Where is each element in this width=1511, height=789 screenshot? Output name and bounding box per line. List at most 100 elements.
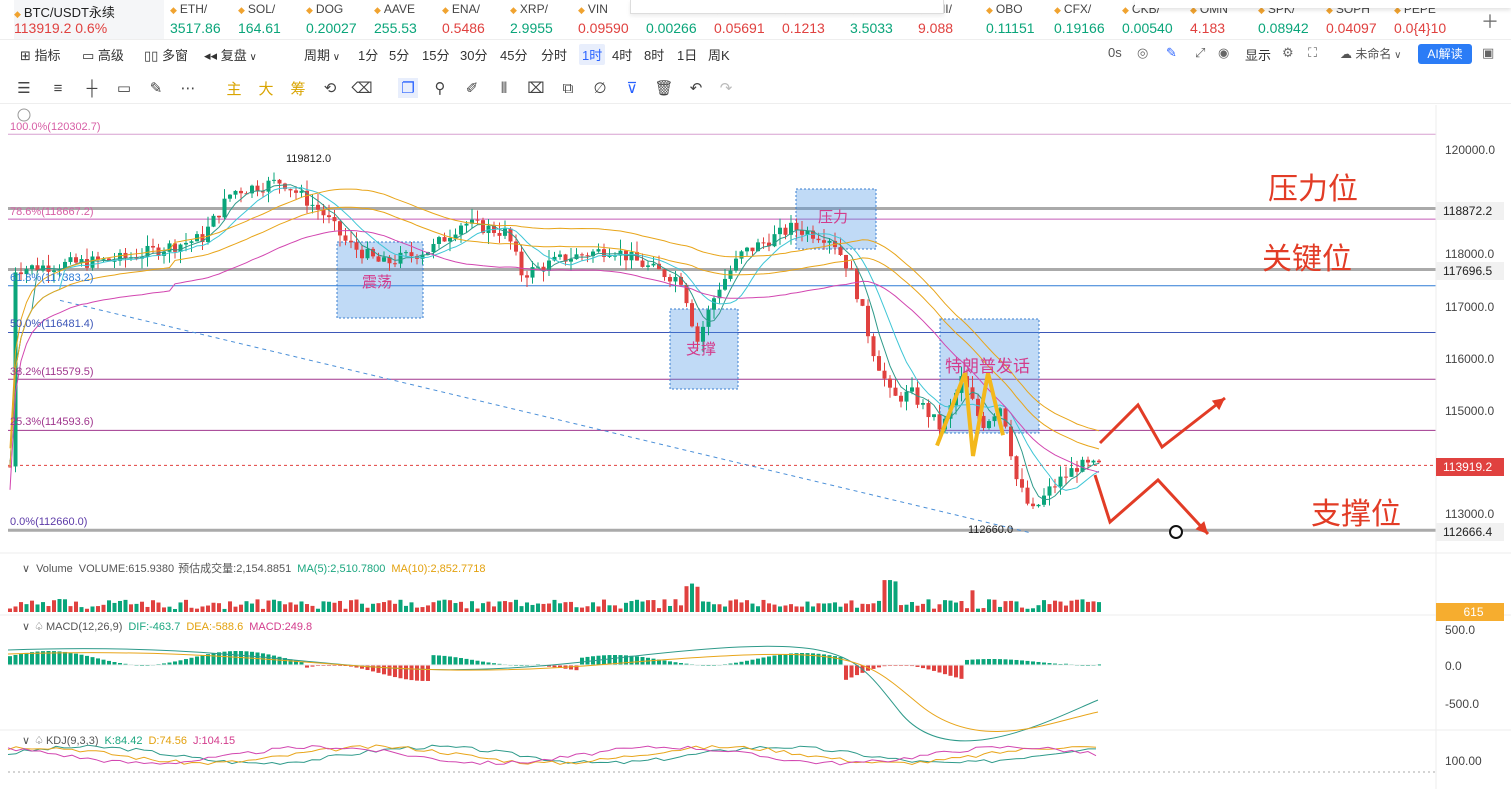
interval-10[interactable]: 周K [708, 45, 730, 64]
trash-icon[interactable]: ⌧ [526, 78, 546, 98]
ticker-price: 0.1213 [782, 20, 825, 36]
volume-bar [244, 601, 249, 612]
volume-bar [503, 601, 507, 612]
ticker-item[interactable]: ◆ AAVE 255.53 [374, 0, 440, 39]
macd-bar [13, 654, 18, 665]
layout-dropdown[interactable]: ☁ 未命名 ∨ [1340, 45, 1401, 62]
replay-button[interactable]: ◂◂ 复盘 ∨ [204, 45, 257, 64]
trend-line [59, 299, 1031, 534]
chevron-down-icon: ∨ [246, 52, 257, 63]
candle-body [904, 391, 909, 402]
macd-bar [409, 665, 414, 681]
interval-2[interactable]: 15分 [422, 45, 449, 64]
interval-1[interactable]: 5分 [389, 45, 409, 64]
interval-7[interactable]: 4时 [612, 45, 632, 64]
kdj-axis: 100.00 [1445, 754, 1482, 768]
filter-icon[interactable]: ⊽ [622, 78, 642, 98]
fullscreen-icon[interactable]: ⤢ [1195, 45, 1205, 61]
advanced-button[interactable]: ▭ 高级 [82, 45, 124, 64]
sync-icon[interactable]: ⟲ [320, 78, 340, 98]
ticker-bar: ◆ BTC/USDT永续 113919.2 0.6% ◆ ETH/3517.86 ◆ S… [0, 0, 1511, 40]
ticker-price: 2.9955 [510, 20, 553, 36]
tool-main[interactable]: 主 [224, 78, 244, 98]
ticker-price: 255.53 [374, 20, 417, 36]
ticker-item[interactable]: ◆ ETH/3517.86 [170, 0, 236, 39]
redo-icon[interactable]: ↷ [716, 78, 736, 98]
period-dropdown[interactable]: 周期 ∨ [304, 45, 340, 64]
interval-5[interactable]: 分时 [541, 45, 567, 64]
volume-bar [305, 604, 309, 612]
volume-bar [283, 604, 287, 612]
volume-bar [574, 607, 579, 612]
volume-bar [184, 599, 188, 612]
ticker-item[interactable]: ◆ ENA/0.5486 [442, 0, 508, 39]
macd-bar [992, 659, 997, 665]
volume-bar [882, 580, 887, 612]
candle-body [932, 414, 936, 418]
display-button[interactable]: 显示 [1245, 45, 1271, 64]
volume-bar [349, 600, 353, 612]
bookmark-icon[interactable]: ❐ [398, 78, 418, 98]
menu-icon[interactable]: ☰ [14, 78, 34, 98]
symbol-card[interactable]: ◆ BTC/USDT永续 113919.2 0.6% [14, 0, 164, 39]
pen-icon[interactable]: ✐ [462, 78, 482, 98]
indicator-button[interactable]: ⊞ 指标 [20, 45, 61, 64]
macd-bar [178, 660, 183, 665]
delete-icon[interactable]: 🗑 [654, 78, 674, 98]
candle-body [360, 249, 364, 259]
ticker-price: 0.04097 [1326, 20, 1377, 36]
ticker-item[interactable]: ◆ OBO 0.11151 [986, 0, 1052, 39]
candle-body [327, 215, 331, 218]
eraser-icon[interactable]: ⌫ [351, 78, 372, 98]
candle-body [866, 305, 870, 337]
interval-0[interactable]: 1分 [358, 45, 378, 64]
expand-icon[interactable]: ⛶ [1308, 45, 1317, 61]
candle-body [899, 395, 903, 402]
copy-icon[interactable]: ⧉ [558, 78, 578, 98]
candle-body [459, 225, 463, 235]
gear-icon[interactable]: ⚙ [1282, 45, 1294, 61]
candle-icon[interactable]: ⫴ [494, 78, 514, 98]
hline-icon[interactable]: ┼ [82, 78, 102, 98]
camera-icon[interactable]: ◎ [1137, 45, 1148, 61]
ticker-item[interactable]: ◆ CFX/0.19166 [1054, 0, 1120, 39]
ticker-item[interactable]: ◆ SOL/164.61 [238, 0, 304, 39]
volume-bar [178, 602, 183, 612]
ticker-item[interactable]: ◆ DOG 0.20027 [306, 0, 372, 39]
macd-bar [838, 657, 843, 665]
interval-6[interactable]: 1时 [579, 44, 606, 65]
macd-bar [68, 652, 73, 665]
ai-button[interactable]: AI解读 [1418, 44, 1472, 64]
brush-icon[interactable]: ✎ [146, 78, 166, 98]
rectangle-icon[interactable]: ▭ [114, 78, 134, 98]
volume-bar [937, 604, 942, 612]
multi-window-button[interactable]: ▯▯ 多窗 [144, 45, 188, 64]
volume-bar [19, 602, 23, 612]
volume-bar [266, 600, 271, 612]
ticker-name: ◆ VIN [578, 2, 608, 16]
interval-9[interactable]: 1日 [677, 45, 697, 64]
volume-bar [728, 600, 733, 612]
volume-bar [1036, 605, 1041, 612]
add-icon[interactable]: ＋ [1481, 8, 1499, 34]
floating-toolbar[interactable] [630, 0, 944, 14]
tool-chips[interactable]: 筹 [288, 78, 308, 98]
candle-body [739, 251, 744, 259]
volume-bar [464, 608, 469, 612]
interval-8[interactable]: 8时 [644, 45, 664, 64]
camera-icon[interactable]: ◉ [1218, 45, 1229, 61]
volume-bar [739, 602, 744, 612]
tool-big[interactable]: 大 [256, 78, 276, 98]
candle-body [1097, 460, 1101, 463]
interval-4[interactable]: 45分 [500, 45, 527, 64]
link-icon[interactable]: ⚲ [430, 78, 450, 98]
pencil-icon[interactable]: ✎ [1166, 45, 1177, 61]
interval-3[interactable]: 30分 [460, 45, 487, 64]
more-icon[interactable]: ⋯ [178, 78, 198, 98]
undo-icon[interactable]: ↶ [686, 78, 706, 98]
ticker-item[interactable]: ◆ XRP/2.9955 [510, 0, 576, 39]
magnet-icon[interactable]: ∅ [590, 78, 610, 98]
candle-body [662, 269, 667, 278]
crosshair-icon[interactable]: ≡ [48, 78, 68, 98]
save-icon[interactable]: ▣ [1482, 45, 1494, 61]
